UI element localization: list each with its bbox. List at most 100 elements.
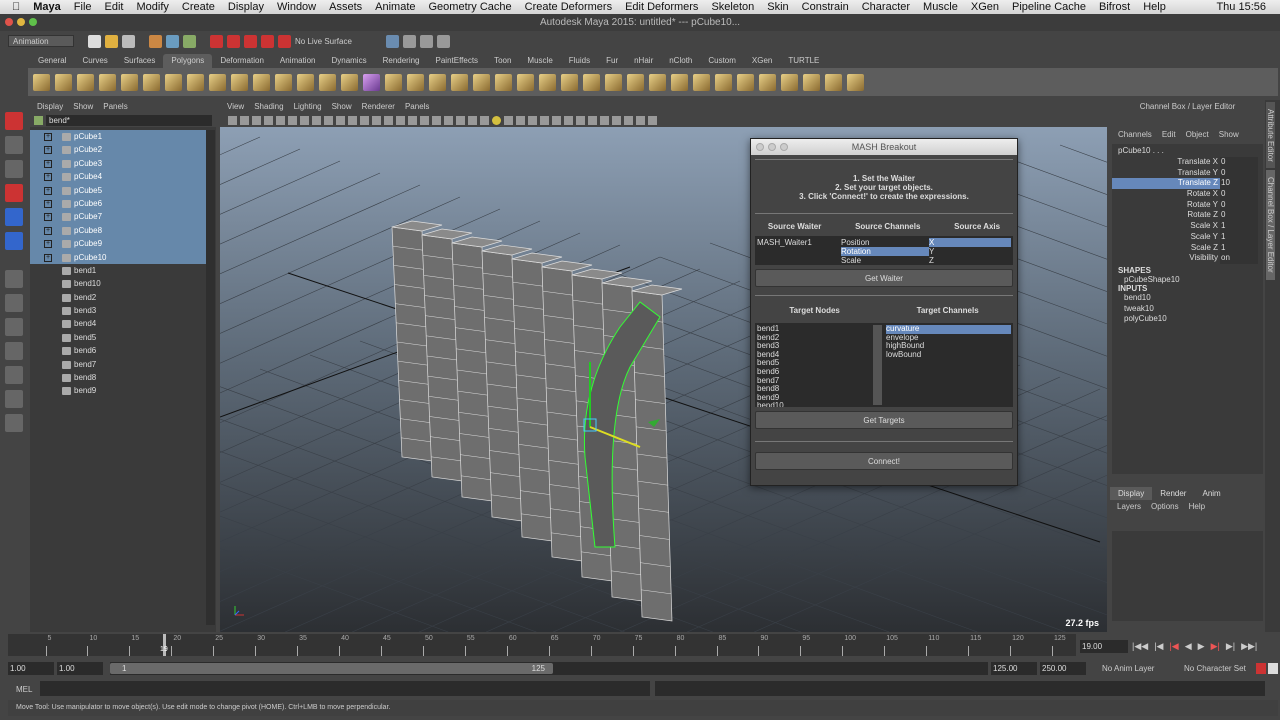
viewport-tool-icon[interactable] bbox=[636, 115, 645, 125]
channel-value[interactable]: 1 bbox=[1220, 221, 1258, 232]
viewport-tool-icon[interactable] bbox=[312, 115, 321, 125]
channel-row[interactable]: Translate Z 10 bbox=[1112, 178, 1263, 190]
outliner-item[interactable]: + pCube3 bbox=[30, 156, 206, 171]
outliner-item[interactable]: + pCube6 bbox=[30, 196, 206, 211]
connect-button[interactable]: Connect! bbox=[755, 452, 1013, 470]
viewport-tool-icon[interactable] bbox=[264, 115, 273, 125]
source-axis-item[interactable]: X bbox=[929, 238, 1011, 247]
layer-tab-anim[interactable]: Anim bbox=[1194, 487, 1228, 500]
menu-create-deformers[interactable]: Create Deformers bbox=[525, 1, 612, 13]
shelf-tool-icon[interactable] bbox=[473, 73, 490, 91]
viewport-menu-shading[interactable]: Shading bbox=[254, 100, 283, 113]
expand-icon[interactable]: + bbox=[44, 253, 52, 262]
expand-icon[interactable]: + bbox=[44, 240, 52, 249]
channel-row[interactable]: Rotate Y0 bbox=[1112, 199, 1263, 211]
viewport-tool-icon[interactable] bbox=[492, 115, 501, 125]
go-to-end-icon[interactable]: ▶▶| bbox=[1241, 641, 1257, 652]
channel-menu-edit[interactable]: Edit bbox=[1162, 128, 1176, 141]
live-surface-label[interactable]: No Live Surface bbox=[295, 37, 352, 46]
outliner-scrollbar[interactable] bbox=[206, 130, 215, 625]
viewport-tool-icon[interactable] bbox=[528, 115, 537, 125]
viewport-tool-icon[interactable] bbox=[552, 115, 561, 125]
outliner-menu-show[interactable]: Show bbox=[73, 100, 93, 113]
menu-geometry-cache[interactable]: Geometry Cache bbox=[429, 1, 512, 13]
menu-assets[interactable]: Assets bbox=[329, 1, 362, 13]
select-hierarchy-icon[interactable] bbox=[149, 34, 162, 48]
viewport-tool-icon[interactable] bbox=[396, 115, 405, 125]
get-targets-button[interactable]: Get Targets bbox=[755, 411, 1013, 429]
shelf-tool-icon[interactable] bbox=[561, 73, 578, 91]
source-channel-item[interactable]: Scale bbox=[841, 256, 929, 265]
mel-command-input[interactable] bbox=[40, 681, 650, 696]
viewport-tool-icon[interactable] bbox=[588, 115, 597, 125]
render-view-icon[interactable] bbox=[385, 34, 399, 48]
shelf-tool-icon[interactable] bbox=[33, 73, 50, 91]
viewport-tool-icon[interactable] bbox=[336, 115, 345, 125]
shelf-tab-xgen[interactable]: XGen bbox=[744, 54, 780, 68]
render-icon[interactable] bbox=[402, 34, 416, 48]
shelf-tab-fur[interactable]: Fur bbox=[598, 54, 626, 68]
expand-icon[interactable]: + bbox=[44, 133, 52, 141]
outliner-item[interactable]: + pCube4 bbox=[30, 170, 206, 184]
outliner-item[interactable]: + pCube9 bbox=[30, 237, 206, 251]
save-scene-icon[interactable] bbox=[122, 34, 135, 48]
shelf-tab-painteffects[interactable]: PaintEffects bbox=[428, 54, 487, 68]
channel-menu-object[interactable]: Object bbox=[1186, 128, 1209, 141]
apple-icon[interactable]:  bbox=[12, 1, 20, 13]
playback-end-field[interactable]: 125.00 bbox=[991, 662, 1037, 675]
channel-label[interactable]: Rotate Z bbox=[1112, 210, 1220, 221]
input-node[interactable]: polyCube10 bbox=[1124, 314, 1263, 325]
shelf-tool-icon[interactable] bbox=[231, 73, 248, 91]
expand-icon[interactable]: + bbox=[44, 199, 52, 208]
menu-create[interactable]: Create bbox=[182, 1, 215, 13]
channel-label[interactable]: Rotate X bbox=[1112, 189, 1220, 200]
preferences-icon[interactable] bbox=[1268, 663, 1278, 674]
channel-label[interactable]: Translate X bbox=[1112, 157, 1220, 168]
layout-four-icon[interactable] bbox=[5, 318, 23, 336]
shelf-tool-icon[interactable] bbox=[209, 73, 226, 91]
shelf-tab-dynamics[interactable]: Dynamics bbox=[323, 54, 374, 68]
menu-display[interactable]: Display bbox=[228, 1, 264, 13]
viewport-menu-renderer[interactable]: Renderer bbox=[362, 100, 395, 113]
shelf-tool-icon[interactable] bbox=[605, 73, 622, 91]
expand-icon[interactable]: + bbox=[44, 146, 52, 155]
range-slider[interactable]: 1 125 bbox=[110, 662, 988, 675]
source-waiter-list[interactable]: MASH_Waiter1 bbox=[757, 238, 841, 263]
menu-app[interactable]: Maya bbox=[33, 1, 61, 13]
viewport-tool-icon[interactable] bbox=[444, 115, 453, 125]
menu-modify[interactable]: Modify bbox=[136, 1, 168, 13]
viewport-tool-icon[interactable] bbox=[576, 115, 585, 125]
anim-layer-dropdown[interactable]: No Anim Layer bbox=[1102, 664, 1154, 673]
layout-hypershade-icon[interactable] bbox=[5, 414, 23, 432]
outliner-item[interactable]: bend10 bbox=[30, 277, 206, 290]
scale-tool-icon[interactable] bbox=[5, 232, 23, 250]
shelf-tab-curves[interactable]: Curves bbox=[74, 54, 115, 68]
expand-icon[interactable]: + bbox=[44, 173, 52, 182]
viewport-tool-icon[interactable] bbox=[600, 115, 609, 125]
channel-label[interactable]: Scale X bbox=[1112, 221, 1220, 232]
channel-label[interactable]: Visibility bbox=[1112, 253, 1220, 264]
expand-icon[interactable]: + bbox=[44, 186, 52, 195]
step-back-key-icon[interactable]: |◀ bbox=[1169, 641, 1178, 652]
target-channels-list[interactable]: curvature envelope highBound lowBound bbox=[886, 324, 1011, 405]
layer-tab-render[interactable]: Render bbox=[1152, 487, 1194, 500]
viewport-tool-icon[interactable] bbox=[612, 115, 621, 125]
shelf-tool-icon[interactable] bbox=[99, 73, 116, 91]
snap-view-icon[interactable] bbox=[261, 34, 274, 48]
shelf-tab-general[interactable]: General bbox=[30, 54, 74, 68]
viewport-tool-icon[interactable] bbox=[372, 115, 381, 125]
shape-node[interactable]: pCubeShape10 bbox=[1124, 275, 1263, 284]
channel-menu-channels[interactable]: Channels bbox=[1118, 128, 1152, 141]
shelf-tool-icon[interactable] bbox=[429, 73, 446, 91]
rotate-tool-icon[interactable] bbox=[5, 208, 23, 226]
viewport-tool-icon[interactable] bbox=[360, 115, 369, 125]
filter-icon[interactable] bbox=[34, 115, 43, 125]
channel-row[interactable]: Scale Y1 bbox=[1112, 231, 1263, 243]
shelf-tool-icon[interactable] bbox=[495, 73, 512, 91]
viewport-tool-icon[interactable] bbox=[540, 115, 549, 125]
shelf-tool-icon[interactable] bbox=[121, 73, 138, 91]
get-waiter-button[interactable]: Get Waiter bbox=[755, 269, 1013, 287]
viewport-tool-icon[interactable] bbox=[240, 115, 249, 125]
outliner-item[interactable]: bend4 bbox=[30, 317, 206, 330]
channel-label[interactable]: Scale Y bbox=[1112, 232, 1220, 243]
